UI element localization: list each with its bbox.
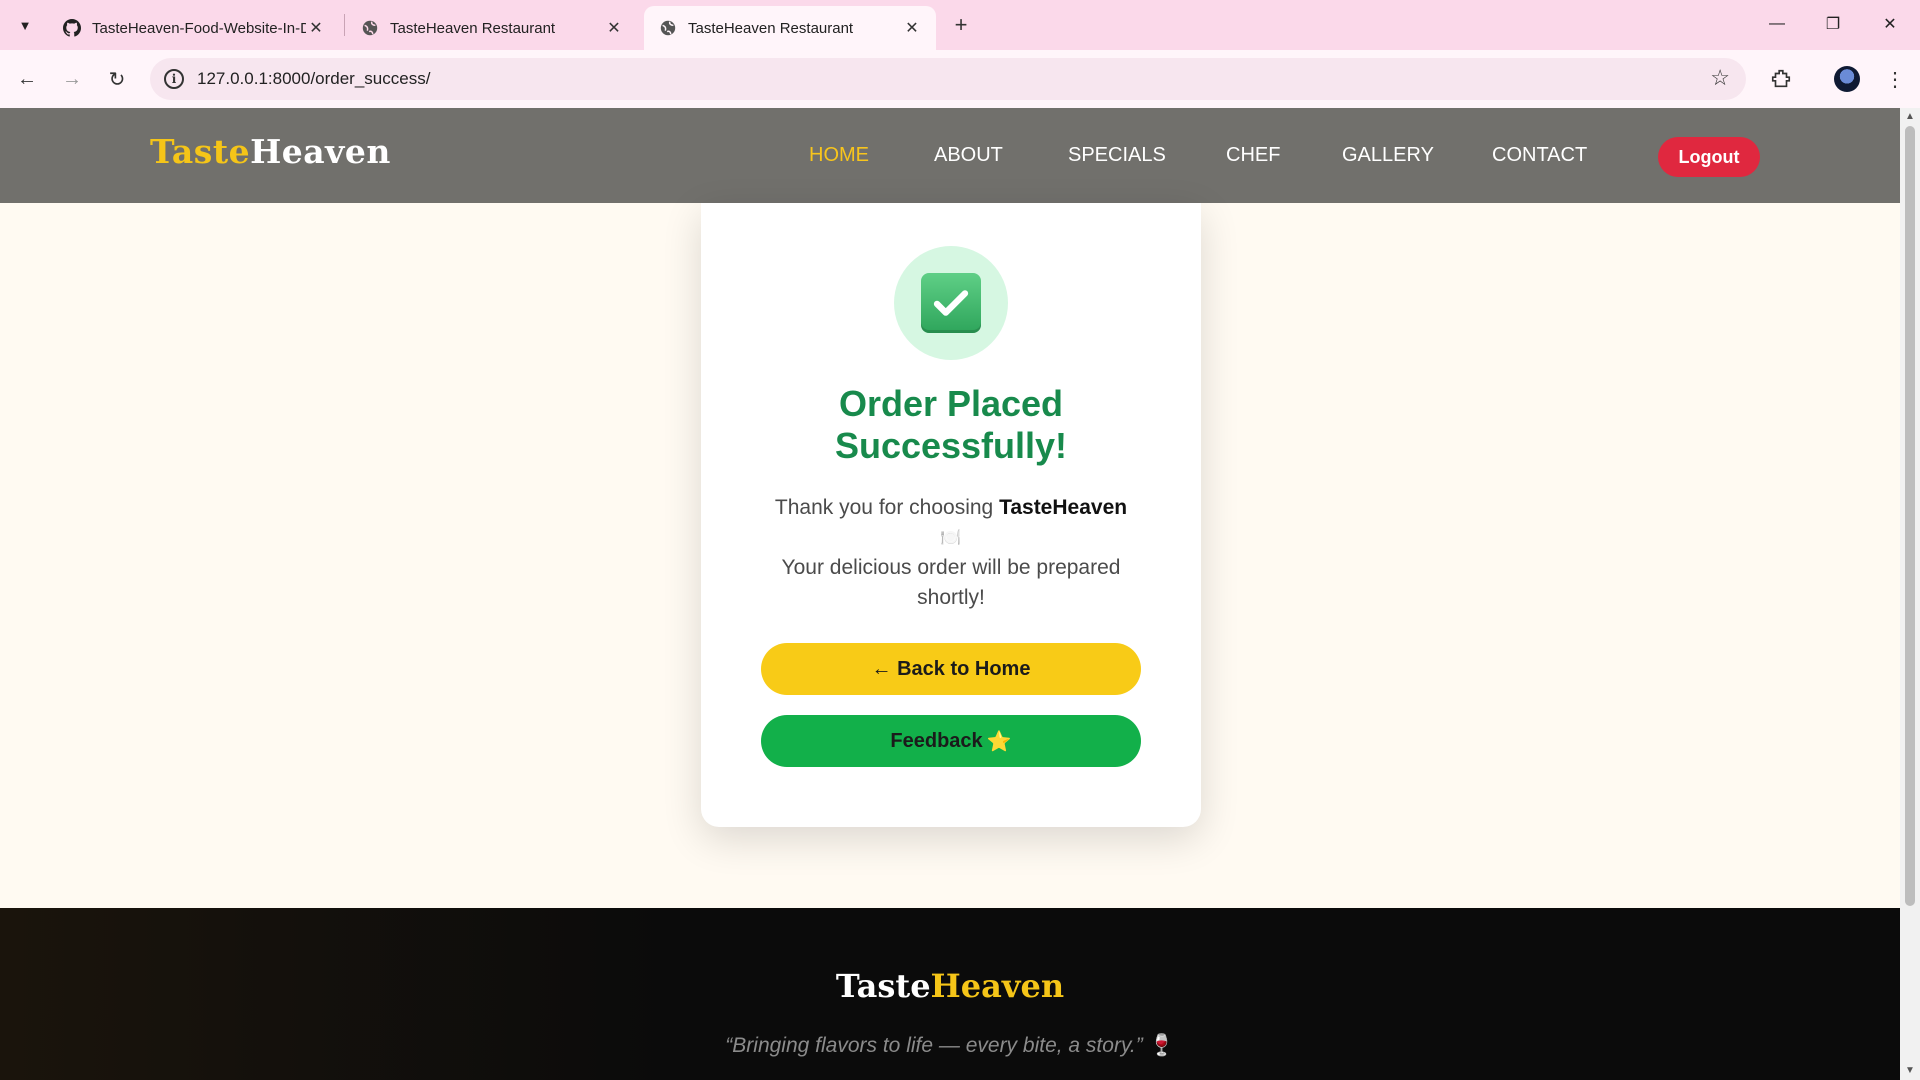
- site-footer: TasteHeaven “Bringing flavors to life — …: [0, 908, 1900, 1080]
- site-logo[interactable]: TasteHeaven: [150, 132, 391, 171]
- feedback-button[interactable]: Feedback ⭐: [761, 715, 1141, 767]
- close-tab-icon[interactable]: ✕: [604, 18, 624, 38]
- thank-you-message: Thank you for choosing TasteHeaven: [741, 493, 1161, 523]
- page-viewport: TasteHeaven HOME ABOUT SPECIALS CHEF GAL…: [0, 108, 1900, 1080]
- tab-search-chevron-icon[interactable]: ▼: [12, 12, 38, 38]
- reload-icon[interactable]: ↻: [102, 64, 132, 94]
- message-prefix: Thank you for choosing: [774, 496, 1000, 519]
- close-window-icon[interactable]: ✕: [1875, 10, 1905, 38]
- footer-logo-taste: Taste: [835, 967, 931, 1005]
- extensions-icon[interactable]: [1766, 64, 1796, 94]
- check-mark-icon: [921, 273, 981, 333]
- browser-tab-3-active[interactable]: TasteHeaven Restaurant ✕: [644, 6, 936, 50]
- tab-title: TasteHeaven Restaurant: [688, 19, 854, 37]
- browser-toolbar: ← → ↻ i 127.0.0.1:8000/order_success/ ☆ …: [0, 50, 1920, 108]
- message-brand: TasteHeaven: [999, 496, 1128, 519]
- footer-logo-heaven: Heaven: [930, 967, 1065, 1005]
- minimize-icon[interactable]: —: [1762, 10, 1792, 38]
- close-tab-icon[interactable]: ✕: [902, 18, 922, 38]
- scrollbar-thumb[interactable]: [1905, 126, 1915, 906]
- success-title-line-2: Successfully!: [834, 425, 1068, 466]
- scroll-up-icon[interactable]: ▲: [1904, 111, 1916, 123]
- plate-cutlery-icon: 🍽️: [940, 528, 962, 547]
- browser-tab-2[interactable]: TasteHeaven Restaurant ✕: [346, 6, 638, 50]
- feedback-label: Feedback: [890, 729, 983, 752]
- tagline-text: “Bringing flavors to life — every bite, …: [725, 1034, 1143, 1057]
- url-text[interactable]: 127.0.0.1:8000/order_success/: [197, 69, 430, 89]
- nav-link-home[interactable]: HOME: [809, 144, 869, 167]
- page-scrollbar[interactable]: ▲ ▼: [1900, 108, 1920, 1080]
- browser-menu-icon[interactable]: ⋮: [1880, 64, 1910, 94]
- footer-logo: TasteHeaven: [0, 967, 1900, 1005]
- nav-link-chef[interactable]: CHEF: [1226, 144, 1280, 167]
- success-title: Order Placed Successfully!: [701, 383, 1201, 467]
- bookmark-star-icon[interactable]: ☆: [1710, 65, 1730, 91]
- browser-tab-bar: ▼ TasteHeaven-Food-Website-In-D ✕ TasteH…: [0, 0, 1920, 50]
- footer-tagline: “Bringing flavors to life — every bite, …: [0, 1034, 1900, 1058]
- message-line-3: shortly!: [917, 586, 985, 609]
- globe-icon: [658, 18, 678, 38]
- profile-avatar[interactable]: [1832, 64, 1862, 94]
- site-info-icon[interactable]: i: [164, 69, 184, 89]
- site-navbar: TasteHeaven HOME ABOUT SPECIALS CHEF GAL…: [0, 108, 1900, 203]
- back-arrow-icon[interactable]: ←: [12, 64, 42, 94]
- scroll-down-icon[interactable]: ▼: [1904, 1065, 1916, 1077]
- browser-tab-1[interactable]: TasteHeaven-Food-Website-In-D ✕: [48, 6, 340, 50]
- wine-glass-icon: 🍷: [1148, 1034, 1175, 1057]
- nav-link-gallery[interactable]: GALLERY: [1342, 144, 1434, 167]
- message-line-2: Your delicious order will be prepared: [781, 556, 1121, 579]
- tab-title: TasteHeaven-Food-Website-In-D: [92, 19, 306, 37]
- close-tab-icon[interactable]: ✕: [306, 18, 326, 38]
- restore-icon[interactable]: ❐: [1818, 10, 1848, 38]
- address-bar[interactable]: i 127.0.0.1:8000/order_success/ ☆: [150, 58, 1746, 100]
- nav-link-specials[interactable]: SPECIALS: [1068, 144, 1166, 167]
- tab-title: TasteHeaven Restaurant: [390, 19, 556, 37]
- order-prep-message: Your delicious order will be prepared sh…: [741, 553, 1161, 613]
- new-tab-icon[interactable]: +: [948, 12, 974, 38]
- forward-arrow-icon[interactable]: →: [57, 64, 87, 94]
- globe-icon: [360, 18, 380, 38]
- tab-divider: [344, 14, 345, 36]
- success-title-line-1: Order Placed: [838, 383, 1064, 424]
- logout-button[interactable]: Logout: [1658, 137, 1760, 177]
- back-to-home-button[interactable]: ← Back to Home: [761, 643, 1141, 695]
- logo-part-taste: Taste: [150, 132, 251, 171]
- success-icon-circle: [894, 246, 1008, 360]
- nav-link-contact[interactable]: CONTACT: [1492, 144, 1587, 167]
- logo-part-heaven: Heaven: [250, 132, 391, 171]
- github-icon: [62, 18, 82, 38]
- nav-link-about[interactable]: ABOUT: [934, 144, 1003, 167]
- star-icon: ⭐: [986, 730, 1012, 753]
- order-success-card: Order Placed Successfully! Thank you for…: [701, 203, 1201, 827]
